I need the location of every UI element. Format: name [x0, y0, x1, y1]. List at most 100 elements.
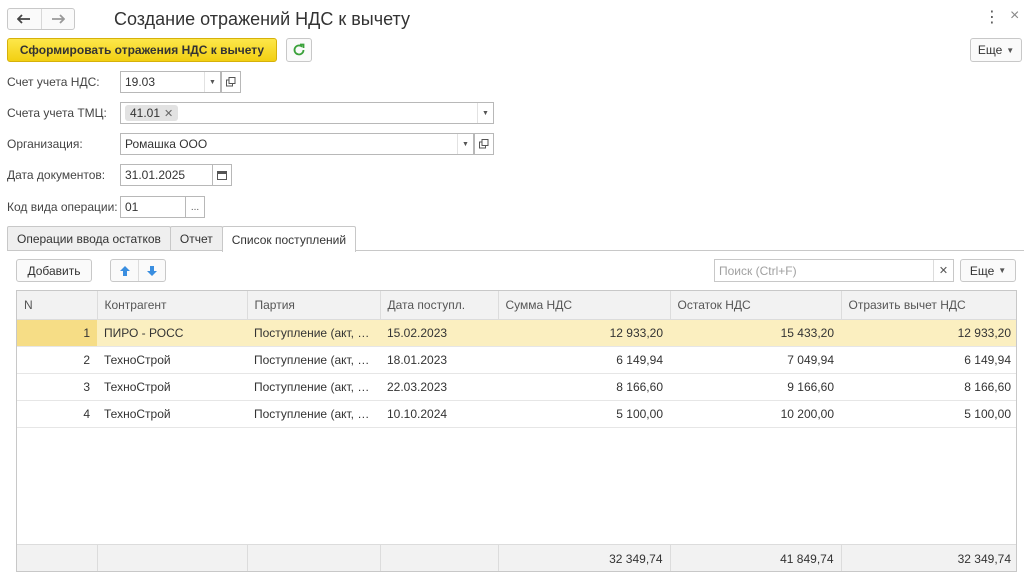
page-title: Создание отражений НДС к вычету — [114, 9, 410, 29]
cell-receipt-date[interactable]: 18.01.2023 — [380, 346, 498, 374]
column-header-vat-sum[interactable]: Сумма НДС — [498, 291, 671, 320]
tab-bar: Операции ввода остатков Отчет Список пос… — [7, 226, 357, 252]
cell-vat-balance[interactable]: 10 200,00 — [670, 400, 841, 428]
cell-vat-balance[interactable]: 15 433,20 — [670, 319, 841, 347]
cell-vat-sum[interactable]: 8 166,60 — [498, 373, 670, 401]
open-organization-button[interactable] — [474, 133, 494, 155]
calendar-icon — [217, 171, 227, 180]
cell-vat-balance[interactable]: 7 049,94 — [670, 346, 841, 374]
back-button[interactable] — [8, 9, 41, 29]
cell-n[interactable]: 2 — [17, 346, 97, 374]
cell-vat-deduction[interactable]: 8 166,60 — [841, 373, 1016, 401]
cell-counterparty[interactable]: ТехноСтрой — [97, 346, 247, 374]
generate-vat-entries-button[interactable]: Сформировать отражения НДС к вычету — [7, 38, 277, 62]
account-tag: 41.01 ✕ — [125, 105, 179, 121]
cell-vat-deduction[interactable]: 6 149,94 — [841, 346, 1016, 374]
column-header-vat-deduction[interactable]: Отразить вычет НДС — [841, 291, 1016, 320]
table-row[interactable]: 2 ТехноСтрой Поступление (акт, накладная… — [17, 346, 1016, 374]
cell-counterparty[interactable]: ТехноСтрой — [97, 373, 247, 401]
column-header-vat-balance[interactable]: Остаток НДС — [670, 291, 842, 320]
cell-batch[interactable]: Поступление (акт, накладная, УПД) — [247, 319, 380, 347]
table-more-label: Еще — [969, 263, 995, 278]
table-row[interactable]: 3 ТехноСтрой Поступление (акт, накладная… — [17, 373, 1016, 401]
close-icon[interactable]: × — [1010, 7, 1019, 25]
op-code-pick-button[interactable]: ... — [185, 196, 205, 218]
organization-value: Ромашка ООО — [125, 137, 208, 151]
vat-account-field[interactable]: 19.03 ▼ — [120, 71, 221, 93]
cell-vat-deduction[interactable]: 5 100,00 — [841, 400, 1016, 428]
clear-icon[interactable]: ✕ — [933, 260, 953, 281]
total-vat-balance: 41 849,74 — [670, 545, 842, 571]
move-up-button[interactable] — [111, 260, 138, 281]
dropdown-caret-icon[interactable]: ▼ — [457, 134, 473, 154]
cell-n[interactable]: 1 — [17, 319, 97, 347]
forward-button[interactable] — [40, 9, 74, 29]
cell-vat-sum[interactable]: 6 149,94 — [498, 346, 670, 374]
arrow-left-icon — [17, 14, 31, 24]
table-header-row: N Контрагент Партия Дата поступл. Сумма … — [17, 291, 1016, 320]
goods-accounts-field[interactable]: 41.01 ✕ ▼ — [120, 102, 494, 124]
kebab-icon[interactable]: ⋮ — [984, 9, 1000, 27]
total-vat-deduction: 32 349,74 — [841, 545, 1016, 571]
cell-vat-balance[interactable]: 9 166,60 — [670, 373, 841, 401]
doc-date-field[interactable]: 31.01.2025 — [120, 164, 213, 186]
refresh-button[interactable] — [286, 38, 312, 62]
table-row[interactable]: 4 ТехноСтрой Поступление (акт, накладная… — [17, 400, 1016, 428]
dropdown-caret-icon[interactable]: ▼ — [204, 72, 220, 92]
total-vat-sum: 32 349,74 — [498, 545, 671, 571]
cell-vat-sum[interactable]: 12 933,20 — [498, 319, 670, 347]
open-vat-account-button[interactable] — [221, 71, 241, 93]
tab-divider — [7, 250, 1024, 251]
move-down-button[interactable] — [138, 260, 165, 281]
cell-vat-sum[interactable]: 5 100,00 — [498, 400, 670, 428]
total-cell — [380, 545, 499, 571]
arrow-up-icon — [119, 265, 130, 276]
add-button[interactable]: Добавить — [16, 259, 92, 282]
goods-accounts-values: 41.01 ✕ — [121, 105, 477, 121]
column-header-receipt-date[interactable]: Дата поступл. — [380, 291, 499, 320]
cell-counterparty[interactable]: ТехноСтрой — [97, 400, 247, 428]
doc-date-label: Дата документов: — [7, 168, 106, 182]
arrow-right-icon — [51, 14, 65, 24]
calendar-button[interactable] — [212, 164, 232, 186]
cell-batch[interactable]: Поступление (акт, накладная, УПД) — [247, 400, 380, 428]
tab-opening-balances[interactable]: Операции ввода остатков — [7, 226, 171, 251]
cell-n[interactable]: 4 — [17, 400, 97, 428]
dropdown-caret-icon: ▼ — [1006, 45, 1015, 55]
cell-n[interactable]: 3 — [17, 373, 97, 401]
more-button[interactable]: Еще ▼ — [970, 38, 1022, 62]
vat-account-label: Счет учета НДС: — [7, 75, 100, 89]
column-header-n[interactable]: N — [17, 291, 98, 320]
op-code-value: 01 — [125, 200, 139, 214]
refresh-icon — [293, 43, 305, 56]
column-header-counterparty[interactable]: Контрагент — [97, 291, 248, 320]
cell-counterparty[interactable]: ПИРО - РОСС — [97, 319, 247, 347]
cell-batch[interactable]: Поступление (акт, накладная, УПД) — [247, 373, 380, 401]
tab-report[interactable]: Отчет — [169, 226, 223, 251]
cell-batch[interactable]: Поступление (акт, накладная, УПД) — [247, 346, 380, 374]
vat-account-value: 19.03 — [125, 75, 156, 89]
move-buttons — [110, 259, 166, 282]
organization-field[interactable]: Ромашка ООО ▼ — [120, 133, 474, 155]
tab-receipts-list[interactable]: Список поступлений — [221, 226, 357, 252]
cell-receipt-date[interactable]: 10.10.2024 — [380, 400, 498, 428]
search-box: ✕ — [714, 259, 954, 282]
op-code-field[interactable]: 01 — [120, 196, 186, 218]
dropdown-caret-icon[interactable]: ▼ — [477, 103, 493, 123]
total-cell — [97, 545, 248, 571]
remove-tag-icon[interactable]: ✕ — [164, 107, 173, 120]
arrow-down-icon — [147, 265, 157, 276]
open-form-icon — [226, 77, 236, 87]
total-cell — [17, 545, 98, 571]
column-header-batch[interactable]: Партия — [247, 291, 381, 320]
cell-vat-deduction[interactable]: 12 933,20 — [841, 319, 1016, 347]
open-form-icon — [479, 139, 489, 149]
cell-receipt-date[interactable]: 15.02.2023 — [380, 319, 498, 347]
table-row[interactable]: 1 ПИРО - РОСС Поступление (акт, накладна… — [17, 319, 1016, 347]
search-input[interactable] — [715, 260, 933, 281]
cell-receipt-date[interactable]: 22.03.2023 — [380, 373, 498, 401]
doc-date-value: 31.01.2025 — [125, 168, 186, 182]
receipts-table: N Контрагент Партия Дата поступл. Сумма … — [16, 290, 1017, 572]
account-tag-label: 41.01 — [130, 106, 161, 120]
table-more-button[interactable]: Еще ▼ — [960, 259, 1016, 282]
